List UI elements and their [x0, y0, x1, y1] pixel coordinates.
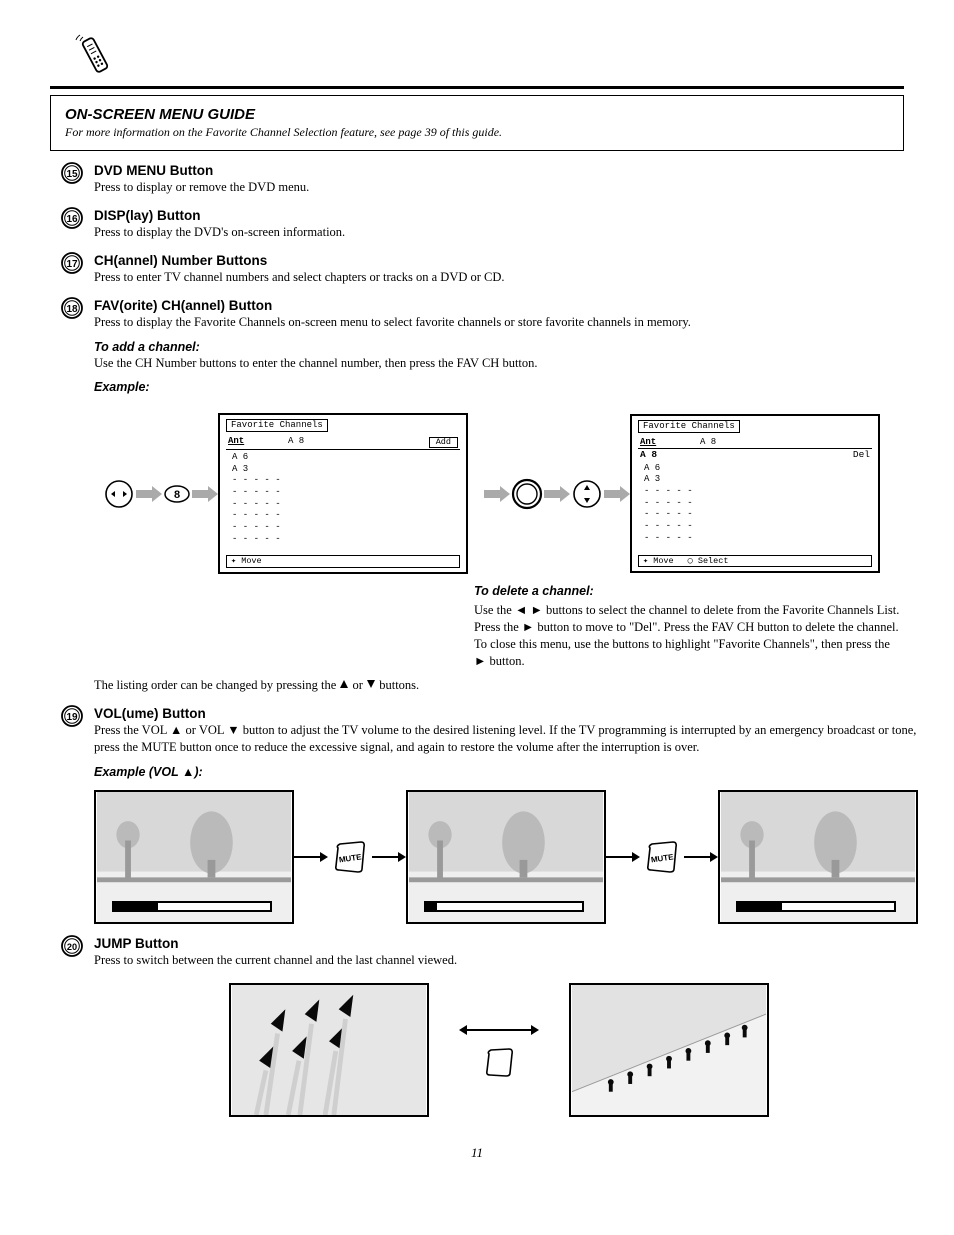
item-title: JUMP Button — [94, 936, 179, 951]
divider — [50, 86, 904, 89]
circled-number-17: 17 — [60, 251, 84, 275]
arrow-right-icon — [484, 485, 510, 503]
circled-number-18: 18 — [60, 296, 84, 320]
circled-number-20: 20 — [60, 934, 84, 958]
delete-channel-label: To delete a channel: — [474, 584, 904, 598]
ch-value: A 8 — [288, 437, 429, 448]
arrow-right-icon — [604, 485, 630, 503]
mute-button-icon: MUTE — [332, 839, 368, 875]
arrow-right-icon — [684, 851, 718, 863]
fav-list-before: A 6A 3- - - - -- - - - -- - - - -- - - -… — [232, 452, 460, 546]
svg-text:18: 18 — [66, 304, 78, 315]
del-box: Del — [853, 450, 870, 460]
move-label: Move — [653, 556, 673, 566]
up-triangle-icon — [339, 679, 349, 689]
delete-channel-desc: Use the ◄ ► buttons to select the channe… — [474, 602, 904, 670]
favch-screen-before: Favorite Channels Ant A 8 Add A 6A 3- - … — [218, 413, 468, 574]
listing-order-note: The listing order can be changed by pres… — [94, 678, 419, 692]
circled-number-15: 15 — [60, 161, 84, 185]
item-title: FAV(orite) CH(annel) Button — [94, 298, 272, 313]
item-desc: Press to display the DVD's on-screen inf… — [94, 224, 904, 241]
down-triangle-icon — [366, 679, 376, 689]
arrow-right-icon — [294, 851, 328, 863]
screen-title: Favorite Channels — [226, 419, 328, 432]
svg-text:16: 16 — [66, 214, 78, 225]
add-channel-label: To add a channel: — [94, 340, 200, 354]
snow-image-1 — [94, 790, 294, 924]
add-channel-desc: Use the CH Number buttons to enter the c… — [94, 355, 904, 372]
item-desc: Press to display the Favorite Channels o… — [94, 314, 904, 331]
ant-label: Ant — [228, 437, 288, 448]
mute-button-icon: MUTE — [644, 839, 680, 875]
item-title: VOL(ume) Button — [94, 706, 206, 721]
circled-number-16: 16 — [60, 206, 84, 230]
item-desc: Press to enter TV channel numbers and se… — [94, 269, 904, 286]
item-15: 15 DVD MENU Button Press to display or r… — [50, 161, 904, 196]
svg-text:8: 8 — [174, 489, 180, 501]
ant-label: Ant — [640, 438, 700, 447]
item-desc: Press the VOL ▲ or VOL ▼ button to adjus… — [94, 722, 918, 756]
ch-value: A 8 — [700, 438, 785, 447]
example-label: Example (VOL ▲): — [94, 765, 203, 779]
svg-text:17: 17 — [66, 259, 78, 270]
favch-diagram: 8 Favorite Channels Ant A 8 Add A 6A 3- … — [94, 413, 904, 574]
item-title: DVD MENU Button — [94, 163, 213, 178]
item-16: 16 DISP(lay) Button Press to display the… — [50, 206, 904, 241]
jump-diagram — [94, 983, 904, 1117]
arrow-right-icon — [606, 851, 640, 863]
screen-title: Favorite Channels — [638, 420, 740, 433]
mute-diagram: MUTE MUTE — [94, 790, 918, 924]
item-desc: Press to switch between the current chan… — [94, 952, 904, 969]
svg-text:15: 15 — [66, 169, 78, 180]
move-label: Move — [241, 556, 261, 566]
double-arrow — [459, 1021, 539, 1079]
arrow-right-icon — [192, 485, 218, 503]
svg-text:20: 20 — [67, 942, 77, 952]
number-8-button: 8 — [162, 484, 192, 504]
item-19: 19 VOL(ume) Button Press the VOL ▲ or VO… — [50, 704, 904, 924]
guide-box: ON-SCREEN MENU GUIDE For more informatio… — [50, 95, 904, 151]
circled-number-19: 19 — [60, 704, 84, 728]
dpad-lr-icon — [102, 477, 136, 511]
jets-image — [229, 983, 429, 1117]
remote-icon — [70, 30, 120, 80]
favch-button-icon — [510, 477, 544, 511]
item-title: CH(annel) Number Buttons — [94, 253, 267, 268]
fav-list-after: A 6A 3- - - - -- - - - -- - - - -- - - -… — [644, 463, 872, 545]
example-label: Example: — [94, 380, 150, 394]
arrow-right-icon — [544, 485, 570, 503]
item-17: 17 CH(annel) Number Buttons Press to ent… — [50, 251, 904, 286]
snow-image-3 — [718, 790, 918, 924]
snow-image-2 — [406, 790, 606, 924]
select-label: Select — [698, 556, 729, 566]
guide-title: ON-SCREEN MENU GUIDE — [65, 106, 889, 123]
favch-screen-after: Favorite Channels Ant A 8 A 8 Del A 6A 3… — [630, 414, 880, 573]
arrow-right-icon — [136, 485, 162, 503]
item-desc: Press to display or remove the DVD menu. — [94, 179, 904, 196]
page-number: 11 — [50, 1145, 904, 1161]
hikers-image — [569, 983, 769, 1117]
item-title: DISP(lay) Button — [94, 208, 201, 223]
jump-button-icon — [482, 1045, 516, 1079]
item-20: 20 JUMP Button Press to switch between t… — [50, 934, 904, 1117]
arrow-right-icon — [372, 851, 406, 863]
add-box: Add — [429, 437, 458, 448]
guide-text: For more information on the Favorite Cha… — [65, 125, 889, 140]
item-18: 18 FAV(orite) CH(annel) Button Press to … — [50, 296, 904, 695]
svg-text:19: 19 — [66, 712, 78, 723]
dpad-ud-icon — [570, 477, 604, 511]
